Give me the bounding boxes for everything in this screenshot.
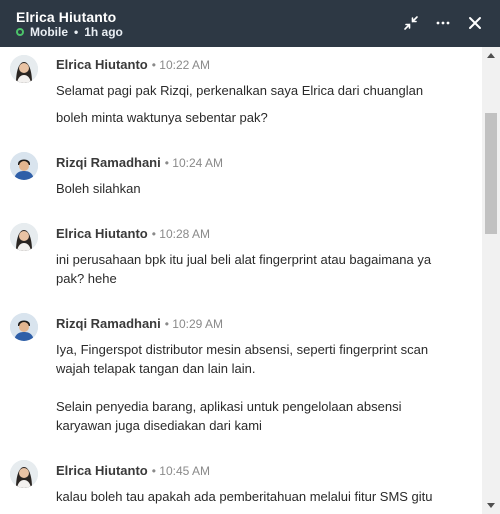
female-avatar-icon — [10, 223, 38, 251]
avatar[interactable] — [10, 55, 38, 83]
scroll-down-button[interactable] — [482, 498, 500, 514]
sender-name[interactable]: Elrica Hiutanto — [56, 463, 148, 478]
message-text: karyawan juga disediakan dari kami — [56, 418, 262, 433]
message-text: pak? hehe — [56, 271, 117, 286]
scroll-up-button[interactable] — [482, 47, 500, 63]
message-text: kalau boleh tau apakah ada pemberitahuan… — [56, 489, 433, 504]
collapse-button[interactable] — [399, 11, 423, 35]
message-header: Rizqi Ramadhani • 10:29 AM — [56, 316, 223, 331]
avatar[interactable] — [10, 460, 38, 488]
scroll-up-arrow-icon — [487, 53, 495, 58]
avatar[interactable] — [10, 152, 38, 180]
chat-header: Elrica Hiutanto Mobile • 1h ago — [0, 0, 500, 47]
avatar[interactable] — [10, 313, 38, 341]
message-text: wajah telapak tangan dan lain lain. — [56, 361, 256, 376]
message-header: Elrica Hiutanto • 10:28 AM — [56, 226, 210, 241]
message-header: Elrica Hiutanto • 10:22 AM — [56, 57, 210, 72]
message-time: • 10:29 AM — [164, 317, 223, 331]
message-text: ini perusahaan bpk itu jual beli alat fi… — [56, 252, 432, 267]
sender-name[interactable]: Rizqi Ramadhani — [56, 155, 161, 170]
sender-name[interactable]: Rizqi Ramadhani — [56, 316, 161, 331]
scroll-thumb[interactable] — [485, 113, 497, 234]
status-separator: • — [74, 25, 79, 39]
message-time: • 10:28 AM — [151, 227, 210, 241]
female-avatar-icon — [10, 460, 38, 488]
message-time: • 10:24 AM — [164, 156, 223, 170]
collapse-arrows-icon — [404, 16, 418, 30]
online-status-icon — [16, 28, 24, 36]
status-device: Mobile — [30, 25, 68, 39]
avatar[interactable] — [10, 223, 38, 251]
male-avatar-icon — [10, 152, 38, 180]
scroll-down-arrow-icon — [487, 503, 495, 508]
status-time: 1h ago — [84, 25, 123, 39]
message-header: Rizqi Ramadhani • 10:24 AM — [56, 155, 223, 170]
message-time: • 10:45 AM — [151, 464, 210, 478]
close-icon — [469, 17, 481, 29]
message-text: Iya, Fingerspot distributor mesin absens… — [56, 342, 429, 357]
message-time: • 10:22 AM — [151, 58, 210, 72]
sender-name[interactable]: Elrica Hiutanto — [56, 226, 148, 241]
message-text: Selamat pagi pak Rizqi, perkenalkan saya… — [56, 83, 424, 98]
scrollbar[interactable] — [482, 47, 500, 514]
close-button[interactable] — [463, 11, 487, 35]
more-options-button[interactable] — [431, 11, 455, 35]
message-text: Selain penyedia barang, aplikasi untuk p… — [56, 399, 402, 414]
message-header: Elrica Hiutanto • 10:45 AM — [56, 463, 210, 478]
more-horizontal-icon — [436, 21, 450, 25]
message-text: Boleh silahkan — [56, 181, 141, 196]
message-text: boleh minta waktunya sebentar pak? — [56, 110, 268, 125]
sender-name[interactable]: Elrica Hiutanto — [56, 57, 148, 72]
female-avatar-icon — [10, 55, 38, 83]
male-avatar-icon — [10, 313, 38, 341]
message-list[interactable]: Elrica Hiutanto • 10:22 AM Selamat pagi p… — [0, 47, 482, 514]
contact-name[interactable]: Elrica Hiutanto — [16, 9, 116, 25]
presence-status: Mobile • 1h ago — [16, 25, 123, 39]
